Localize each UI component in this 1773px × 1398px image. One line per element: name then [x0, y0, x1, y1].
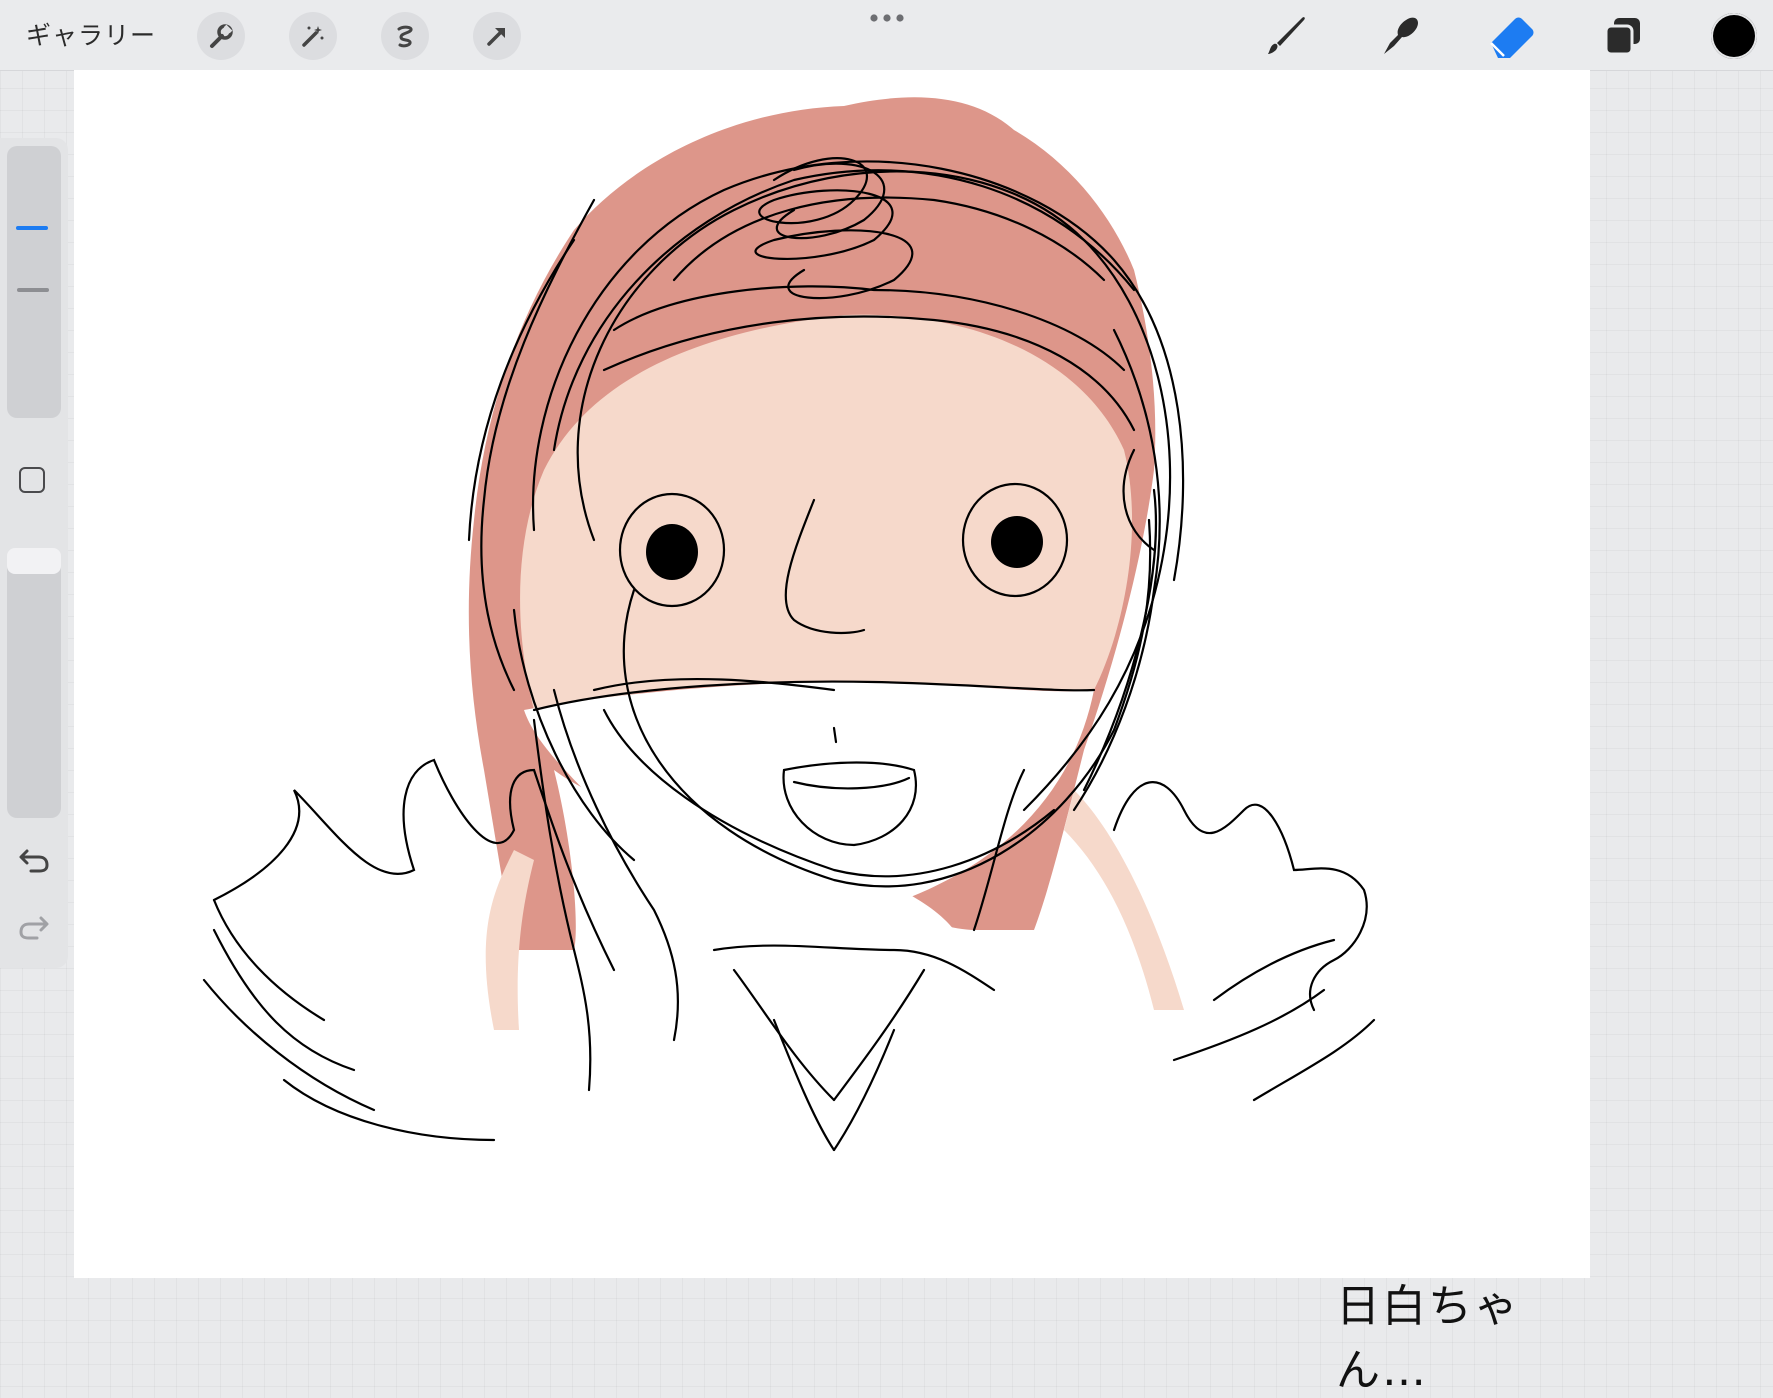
transform-arrow-icon[interactable]	[473, 12, 521, 60]
redo-icon[interactable]	[17, 912, 51, 942]
more-handle-icon[interactable]	[868, 12, 906, 24]
eraser-icon[interactable]	[1485, 10, 1537, 62]
character-drawing	[202, 97, 1376, 1152]
undo-icon[interactable]	[17, 845, 51, 875]
opacity-knob[interactable]	[7, 548, 61, 574]
gallery-button[interactable]: ギャラリー	[26, 16, 156, 52]
layers-icon[interactable]	[1597, 10, 1649, 62]
opacity-slider[interactable]	[7, 548, 61, 818]
wrench-icon[interactable]	[197, 12, 245, 60]
brush-icon[interactable]	[1261, 10, 1313, 62]
magic-wand-icon[interactable]	[289, 12, 337, 60]
color-picker-button[interactable]	[1711, 13, 1757, 59]
selection-icon[interactable]	[381, 12, 429, 60]
smudge-icon[interactable]	[1373, 10, 1425, 62]
drawing-canvas[interactable]: 日白ちゃん…	[74, 70, 1590, 1396]
modify-button[interactable]	[19, 467, 45, 493]
top-toolbar: ギャラリー	[0, 0, 1773, 71]
brush-size-marker	[17, 288, 49, 292]
handwritten-caption: 日白ちゃん…	[1336, 1281, 1520, 1396]
brush-size-knob[interactable]	[6, 216, 60, 240]
left-sidebar	[0, 138, 68, 968]
brush-size-slider[interactable]	[7, 146, 61, 418]
